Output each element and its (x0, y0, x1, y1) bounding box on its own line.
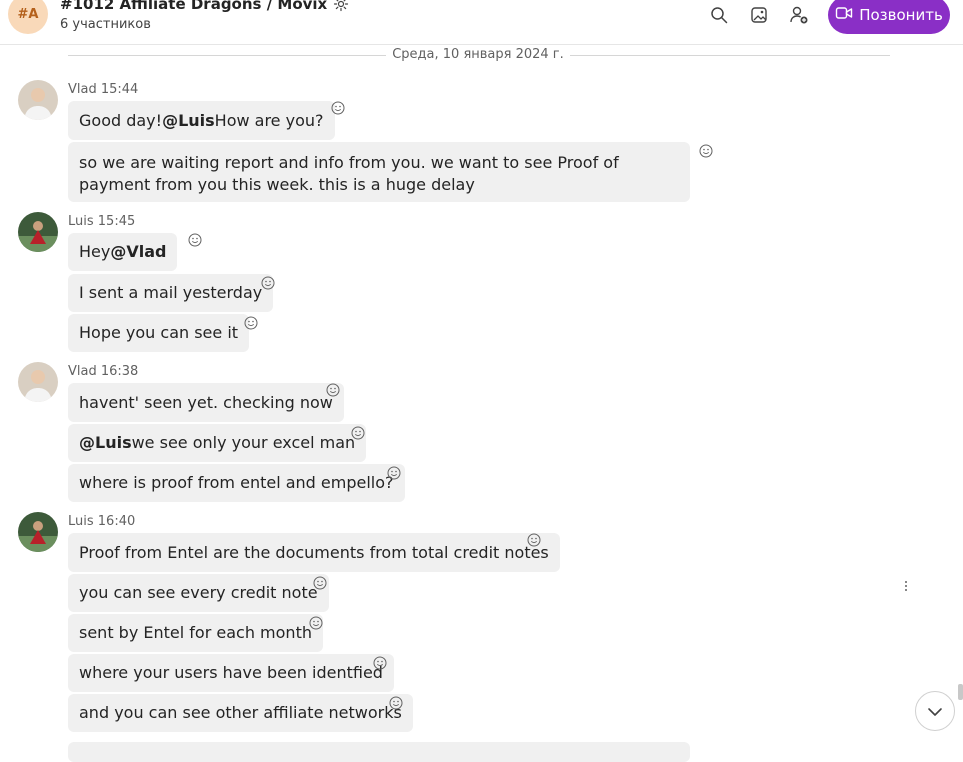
message-bubble[interactable]: sent by Entel for each month (68, 614, 323, 652)
message-bubble[interactable]: Hope you can see it (68, 314, 250, 352)
avatar-luis[interactable] (18, 512, 58, 552)
message-text: Hey (79, 242, 111, 261)
message-text: Hope you can see it (79, 323, 239, 342)
message-bubble[interactable]: where is proof from entel and empello? (68, 464, 405, 502)
message-bubble[interactable]: and you can see other affiliate networks (68, 694, 413, 732)
gear-icon[interactable] (333, 0, 349, 12)
mention[interactable]: @Luis (162, 110, 215, 132)
add-reaction-icon[interactable] (313, 575, 327, 590)
message-meta: Luis 15:45 (68, 214, 136, 229)
message-bubble[interactable]: where your users have been identfied (68, 654, 394, 692)
message-meta: Luis 16:40 (68, 514, 136, 529)
message-bubble[interactable]: Proof from Entel are the documents from … (68, 533, 560, 572)
message-text: so we are waiting report and info from y… (79, 153, 619, 194)
message-text: havent' seen yet. checking now (79, 392, 333, 412)
participant-count[interactable]: 6 участников (60, 17, 151, 32)
message-text: we see only your excel man (131, 433, 356, 452)
add-reaction-icon[interactable] (351, 425, 365, 440)
search-icon[interactable] (708, 4, 730, 26)
avatar-luis[interactable] (18, 212, 58, 252)
call-button[interactable]: Позвонить (828, 0, 950, 34)
date-divider-label: Среда, 10 января 2024 г. (388, 47, 568, 62)
add-reaction-icon[interactable] (373, 655, 387, 670)
message-text: sent by Entel for each month (79, 623, 312, 642)
chevron-down-icon (927, 702, 943, 721)
group-avatar[interactable]: #A (8, 0, 48, 34)
add-reaction-icon[interactable] (326, 382, 340, 397)
add-reaction-icon[interactable] (309, 615, 323, 630)
mention[interactable]: @Vlad (110, 241, 166, 263)
message-bubble[interactable]: Hey @Vlad (68, 233, 178, 271)
add-reaction-icon[interactable] (387, 465, 401, 480)
chat-title[interactable]: #1012 Affiliate Dragons / Movix (60, 0, 327, 13)
add-reaction-icon[interactable] (188, 232, 202, 247)
message-bubble[interactable]: you can see every credit note (68, 574, 329, 612)
message-text: Good day! (79, 110, 163, 130)
mention[interactable]: @Luis (79, 432, 132, 454)
message-bubble[interactable]: havent' seen yet. checking now (68, 383, 344, 422)
message-text: and you can see other affiliate networks (79, 703, 402, 722)
add-person-icon[interactable] (788, 4, 810, 26)
message-text: Proof from Entel are the documents from … (79, 542, 549, 562)
divider-line-left (68, 55, 386, 56)
add-reaction-icon[interactable] (244, 315, 258, 330)
message-bubble-partial[interactable] (68, 742, 690, 762)
scrollbar-thumb[interactable] (958, 684, 963, 700)
date-divider: Среда, 10 января 2024 г. (68, 46, 890, 66)
add-reaction-icon[interactable] (261, 275, 275, 290)
title-row: #1012 Affiliate Dragons / Movix (60, 0, 349, 13)
message-meta: Vlad 16:38 (68, 364, 139, 379)
add-reaction-icon[interactable] (699, 143, 713, 158)
more-options-icon[interactable] (903, 578, 909, 592)
message-text: you can see every credit note (79, 583, 318, 602)
message-bubble[interactable]: so we are waiting report and info from y… (68, 142, 690, 202)
message-text: How are you? (214, 110, 324, 130)
divider-line-right (570, 55, 890, 56)
message-bubble[interactable]: @Luis we see only your excel man (68, 424, 367, 462)
video-call-icon (835, 5, 853, 25)
gallery-icon[interactable] (748, 4, 770, 26)
add-reaction-icon[interactable] (527, 532, 541, 547)
add-reaction-icon[interactable] (389, 695, 403, 710)
scroll-to-bottom-button[interactable] (915, 691, 955, 731)
avatar-vlad[interactable] (18, 362, 58, 402)
message-meta: Vlad 15:44 (68, 82, 139, 97)
message-text: I sent a mail yesterday (79, 283, 263, 302)
message-text: where your users have been identfied (79, 663, 383, 682)
add-reaction-icon[interactable] (331, 100, 345, 115)
message-bubble[interactable]: Good day! @Luis How are you? (68, 101, 335, 140)
call-button-label: Позвонить (859, 6, 943, 24)
avatar-vlad[interactable] (18, 80, 58, 120)
message-bubble[interactable]: I sent a mail yesterday (68, 274, 274, 312)
message-text: where is proof from entel and empello? (79, 473, 394, 492)
chat-header: #A #1012 Affiliate Dragons / Movix 6 уча… (0, 0, 963, 45)
